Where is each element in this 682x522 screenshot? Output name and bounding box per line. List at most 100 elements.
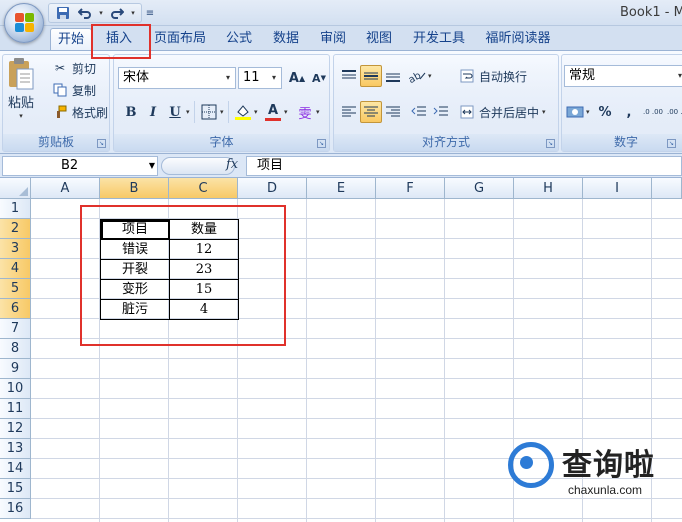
column-header-f[interactable]: F [376,178,445,199]
shrink-font-icon: A [312,71,321,85]
tab-data[interactable]: 数据 [266,28,306,50]
font-size-value: 11 [243,70,260,85]
italic-button[interactable]: I [142,101,164,123]
cut-button[interactable]: ✂ 剪切 [51,59,96,77]
column-header-h[interactable]: H [514,178,583,199]
redo-icon[interactable] [107,5,127,21]
number-format-combo[interactable]: 常规 ▾ [564,65,682,87]
decrease-decimal-button[interactable]: .00 .0 [666,101,682,123]
column-header-next[interactable] [652,178,682,199]
column-header-g[interactable]: G [445,178,514,199]
align-right-button[interactable] [382,101,404,123]
merge-center-button[interactable]: 合并后居中 ▾ [458,103,546,121]
row-header[interactable]: 14 [0,459,31,479]
tab-page-layout[interactable]: 页面布局 [148,28,212,50]
row-header[interactable]: 11 [0,399,31,419]
row-header[interactable]: 6 [0,299,31,319]
redo-dropdown-icon[interactable]: ▾ [129,9,137,17]
row-header[interactable]: 3 [0,239,31,259]
tab-review[interactable]: 审阅 [314,28,352,50]
row-header[interactable]: 15 [0,479,31,499]
tab-formulas[interactable]: 公式 [220,28,258,50]
customize-qat-icon[interactable]: ≡ [140,5,160,21]
merge-center-dropdown-icon[interactable]: ▾ [542,108,546,116]
save-icon[interactable] [53,5,73,21]
tab-developer[interactable]: 开发工具 [406,28,472,50]
number-launcher-icon[interactable]: ↘ [667,139,676,148]
row-header[interactable]: 16 [0,499,31,519]
row-header[interactable]: 12 [0,419,31,439]
increase-indent-button[interactable] [430,101,452,123]
phonetic-button[interactable]: 雯 [294,101,316,123]
underline-dropdown-icon[interactable]: ▾ [186,108,190,116]
column-header-b[interactable]: B [100,178,169,199]
row-header[interactable]: 13 [0,439,31,459]
increase-decimal-button[interactable]: .0 .00 [642,101,664,123]
accounting-format-button[interactable] [564,101,586,123]
tab-home[interactable]: 开始 [50,28,92,50]
copy-button[interactable]: 复制 [51,81,96,99]
bold-button[interactable]: B [120,101,142,123]
borders-button[interactable] [198,101,220,123]
font-launcher-icon[interactable]: ↘ [317,139,326,148]
office-button[interactable] [4,3,44,43]
column-header-c[interactable]: C [169,178,238,199]
font-name-dropdown-icon[interactable]: ▾ [221,68,235,88]
row-header[interactable]: 1 [0,199,31,219]
alignment-launcher-icon[interactable]: ↘ [546,139,555,148]
paste-button[interactable]: 粘贴 ▾ [7,57,35,120]
row-header[interactable]: 5 [0,279,31,299]
align-middle-button[interactable] [360,65,382,87]
row-header[interactable]: 8 [0,339,31,359]
comma-button[interactable]: , [618,101,640,123]
percent-button[interactable]: % [594,101,616,123]
orientation-dropdown-icon[interactable]: ▾ [428,72,432,80]
column-header-d[interactable]: D [238,178,307,199]
tab-view[interactable]: 视图 [360,28,398,50]
row-header[interactable]: 9 [0,359,31,379]
undo-icon[interactable] [75,5,95,21]
fill-color-button[interactable] [232,101,254,123]
tab-foxit-reader[interactable]: 福昕阅读器 [478,28,558,50]
formula-input[interactable]: 项目 [246,156,682,176]
select-all-corner[interactable] [0,178,31,199]
row-header[interactable]: 7 [0,319,31,339]
clipboard-group-label: 剪贴板 [3,134,109,151]
format-painter-button[interactable]: 格式刷 [51,103,108,121]
align-bottom-button[interactable] [382,65,404,87]
accounting-dropdown-icon[interactable]: ▾ [586,108,590,116]
font-size-dropdown-icon[interactable]: ▾ [267,68,281,88]
row-header[interactable]: 10 [0,379,31,399]
shrink-font-button[interactable]: A ▼ [308,67,330,89]
font-name-combo[interactable]: 宋体 ▾ [118,67,236,89]
paste-dropdown-icon[interactable]: ▾ [19,112,23,120]
align-center-button[interactable] [360,101,382,123]
name-box-dropdown-icon[interactable]: ▼ [149,157,155,175]
decrease-indent-button[interactable] [408,101,430,123]
column-header-e[interactable]: E [307,178,376,199]
font-size-combo[interactable]: 11 ▾ [238,67,282,89]
number-format-dropdown-icon[interactable]: ▾ [673,66,682,86]
borders-dropdown-icon[interactable]: ▾ [220,108,224,116]
phonetic-dropdown-icon[interactable]: ▾ [316,108,320,116]
fill-color-dropdown-icon[interactable]: ▾ [254,108,258,116]
align-top-button[interactable] [338,65,360,87]
wrap-text-icon [458,67,476,85]
font-color-dropdown-icon[interactable]: ▾ [284,108,288,116]
row-header[interactable]: 2 [0,219,31,239]
clipboard-launcher-icon[interactable]: ↘ [97,139,106,148]
font-color-button[interactable]: A [262,101,284,123]
align-left-button[interactable] [338,101,360,123]
insert-function-icon[interactable]: fx [226,157,238,172]
column-header-i[interactable]: I [583,178,652,199]
name-box[interactable]: B2 ▼ [2,156,158,176]
undo-dropdown-icon[interactable]: ▾ [97,9,105,17]
column-header-a[interactable]: A [31,178,100,199]
row-header[interactable]: 4 [0,259,31,279]
grow-font-button[interactable]: A ▲ [286,67,308,89]
underline-button[interactable]: U [164,101,186,123]
wrap-text-button[interactable]: 自动换行 [458,67,527,85]
orientation-button[interactable]: ab [406,65,428,87]
formula-bar-grip[interactable] [161,157,235,175]
number-group-label: 数字 [562,134,682,151]
